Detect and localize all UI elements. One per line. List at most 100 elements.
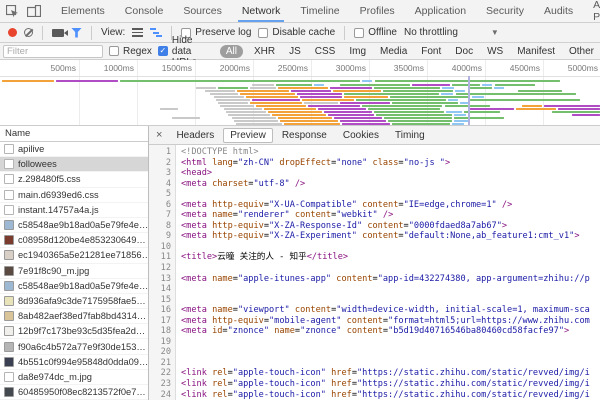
chevron-down-icon[interactable]: ▼ — [491, 28, 499, 37]
tab-network[interactable]: Network — [232, 0, 291, 22]
disable-cache-checkbox[interactable] — [258, 28, 268, 38]
tab-profiles[interactable]: Profiles — [350, 0, 405, 22]
network-overview[interactable]: 500ms1000ms1500ms2000ms2500ms3000ms3500m… — [0, 60, 600, 126]
request-name: c58548ae9b18ad0a5e79fe4e… — [18, 281, 148, 291]
tick-label: 4000ms — [436, 63, 482, 73]
code-line: <head> — [181, 168, 600, 179]
code-line — [181, 347, 600, 358]
request-row-z-298480f5-css[interactable]: z.298480f5.css — [0, 172, 148, 187]
code-line: <link rel="apple-touch-icon" href="https… — [181, 368, 600, 379]
filter-type-xhr[interactable]: XHR — [251, 45, 278, 58]
tab-adblock-plus[interactable]: Adblock Plus — [583, 0, 600, 22]
filter-type-other[interactable]: Other — [566, 45, 597, 58]
code-line: <meta name="apple-itunes-app" content="a… — [181, 274, 600, 285]
offline-group: Offline — [354, 27, 397, 38]
request-row-60485950f08ec8213572f0e7[interactable]: 60485950f08ec8213572f0e7… — [0, 385, 148, 400]
detail-tab-headers[interactable]: Headers — [169, 128, 221, 143]
screenshot-camera-icon[interactable] — [52, 29, 64, 37]
offline-checkbox[interactable] — [354, 28, 364, 38]
tick-label: 3000ms — [320, 63, 366, 73]
request-row-7e91f8c90-m-jpg[interactable]: 7e91f8c90_m.jpg — [0, 264, 148, 279]
tab-application[interactable]: Application — [405, 0, 476, 22]
filter-funnel-icon[interactable] — [71, 28, 82, 38]
code-line: <meta http-equiv="X-ZA-Experiment" conte… — [181, 231, 600, 242]
code-line: <link rel="apple-touch-icon" href="https… — [181, 379, 600, 390]
detail-tab-preview[interactable]: Preview — [223, 128, 273, 143]
image-file-icon — [4, 235, 14, 245]
image-file-icon — [4, 281, 14, 291]
line-number: 12 — [149, 263, 171, 274]
request-row-apilive[interactable]: apilive — [0, 142, 148, 157]
request-timing-bar — [56, 80, 118, 82]
detail-tab-cookies[interactable]: Cookies — [336, 128, 386, 143]
request-row-c58548ae9b18ad0a5e79fe4e[interactable]: c58548ae9b18ad0a5e79fe4e… — [0, 279, 148, 294]
filter-type-manifest[interactable]: Manifest — [514, 45, 558, 58]
request-row-f90a6c4b572a77e9f30de153[interactable]: f90a6c4b572a77e9f30de153… — [0, 339, 148, 354]
code-line — [181, 337, 600, 348]
throttling-select[interactable]: No throttling — [404, 27, 458, 38]
tab-timeline[interactable]: Timeline — [290, 0, 349, 22]
request-timing-bar — [120, 80, 360, 82]
detail-tab-response[interactable]: Response — [275, 128, 334, 143]
request-row-instant-14757a4a-js[interactable]: instant.14757a4a.js — [0, 203, 148, 218]
request-row-c58548ae9b18ad0a5e79fe4e[interactable]: c58548ae9b18ad0a5e79fe4e… — [0, 218, 148, 233]
code-line: <meta name="renderer" content="webkit" /… — [181, 210, 600, 221]
clear-icon[interactable] — [24, 28, 33, 37]
tab-security[interactable]: Security — [476, 0, 534, 22]
filter-input[interactable] — [3, 45, 103, 58]
offline-label: Offline — [368, 27, 397, 38]
request-row-ec1940365a5e21281ee71856[interactable]: ec1940365a5e21281ee71856… — [0, 248, 148, 263]
filter-type-js[interactable]: JS — [286, 45, 304, 58]
tab-sources[interactable]: Sources — [173, 0, 232, 22]
tick-label: 1500ms — [146, 63, 192, 73]
line-number: 23 — [149, 379, 171, 390]
regex-label: Regex — [123, 46, 152, 57]
request-name: c08958d120be4e853230649… — [18, 235, 146, 245]
detail-tab-timing[interactable]: Timing — [388, 128, 432, 143]
filter-type-font[interactable]: Font — [418, 45, 444, 58]
tick-label: 500ms — [30, 63, 76, 73]
close-icon[interactable]: × — [153, 129, 167, 141]
image-file-icon — [4, 357, 14, 367]
request-row-c08958d120be4e853230649[interactable]: c08958d120be4e853230649… — [0, 233, 148, 248]
document-file-icon — [4, 190, 14, 200]
line-number: 5 — [149, 189, 171, 200]
request-timing-bar — [470, 99, 580, 101]
filter-type-doc[interactable]: Doc — [452, 45, 476, 58]
device-toolbar-icon[interactable] — [27, 5, 41, 17]
filter-type-media[interactable]: Media — [377, 45, 410, 58]
request-detail-pane: × HeadersPreviewResponseCookiesTiming 12… — [149, 126, 600, 400]
request-name: z.298480f5.css — [18, 174, 81, 184]
filter-type-ws[interactable]: WS — [484, 45, 506, 58]
tick-label: 3500ms — [378, 63, 424, 73]
document-file-icon — [4, 144, 14, 154]
request-row-12b9f7c173be93c5d35fea2d[interactable]: 12b9f7c173be93c5d35fea2d… — [0, 324, 148, 339]
request-name: instant.14757a4a.js — [18, 205, 99, 215]
tab-elements[interactable]: Elements — [51, 0, 115, 22]
request-row-da8e974dc-m-jpg[interactable]: da8e974dc_m.jpg — [0, 370, 148, 385]
image-file-icon — [4, 266, 14, 276]
line-number: 22 — [149, 368, 171, 379]
filter-type-img[interactable]: Img — [346, 45, 369, 58]
line-number: 4 — [149, 179, 171, 190]
inspect-element-icon[interactable] — [6, 5, 19, 18]
line-number: 13 — [149, 274, 171, 285]
request-name: 7e91f8c90_m.jpg — [18, 266, 89, 276]
tab-audits[interactable]: Audits — [534, 0, 583, 22]
hide-data-urls-checkbox[interactable]: ✓ — [158, 46, 168, 56]
record-button[interactable] — [8, 28, 17, 37]
request-row-8d936afa9c3de7175958fae5[interactable]: 8d936afa9c3de7175958fae5… — [0, 294, 148, 309]
filter-type-all[interactable]: All — [220, 45, 243, 58]
filter-type-css[interactable]: CSS — [312, 45, 339, 58]
request-row-8ab482aef38ed7fab8bd4314[interactable]: 8ab482aef38ed7fab8bd4314… — [0, 309, 148, 324]
source-code[interactable]: <!DOCTYPE html><html lang="zh-CN" dropEf… — [176, 145, 600, 400]
request-row-followees[interactable]: followees — [0, 157, 148, 172]
tab-console[interactable]: Console — [115, 0, 174, 22]
regex-checkbox[interactable] — [109, 46, 119, 56]
code-line — [181, 263, 600, 274]
request-row-4b551c0f994e95848d0dda09[interactable]: 4b551c0f994e95848d0dda09… — [0, 355, 148, 370]
request-row-main-d6939ed6-css[interactable]: main.d6939ed6.css — [0, 188, 148, 203]
tick-label: 2000ms — [204, 63, 250, 73]
list-view-icon[interactable] — [132, 28, 143, 37]
name-column-header[interactable]: Name — [0, 126, 148, 142]
